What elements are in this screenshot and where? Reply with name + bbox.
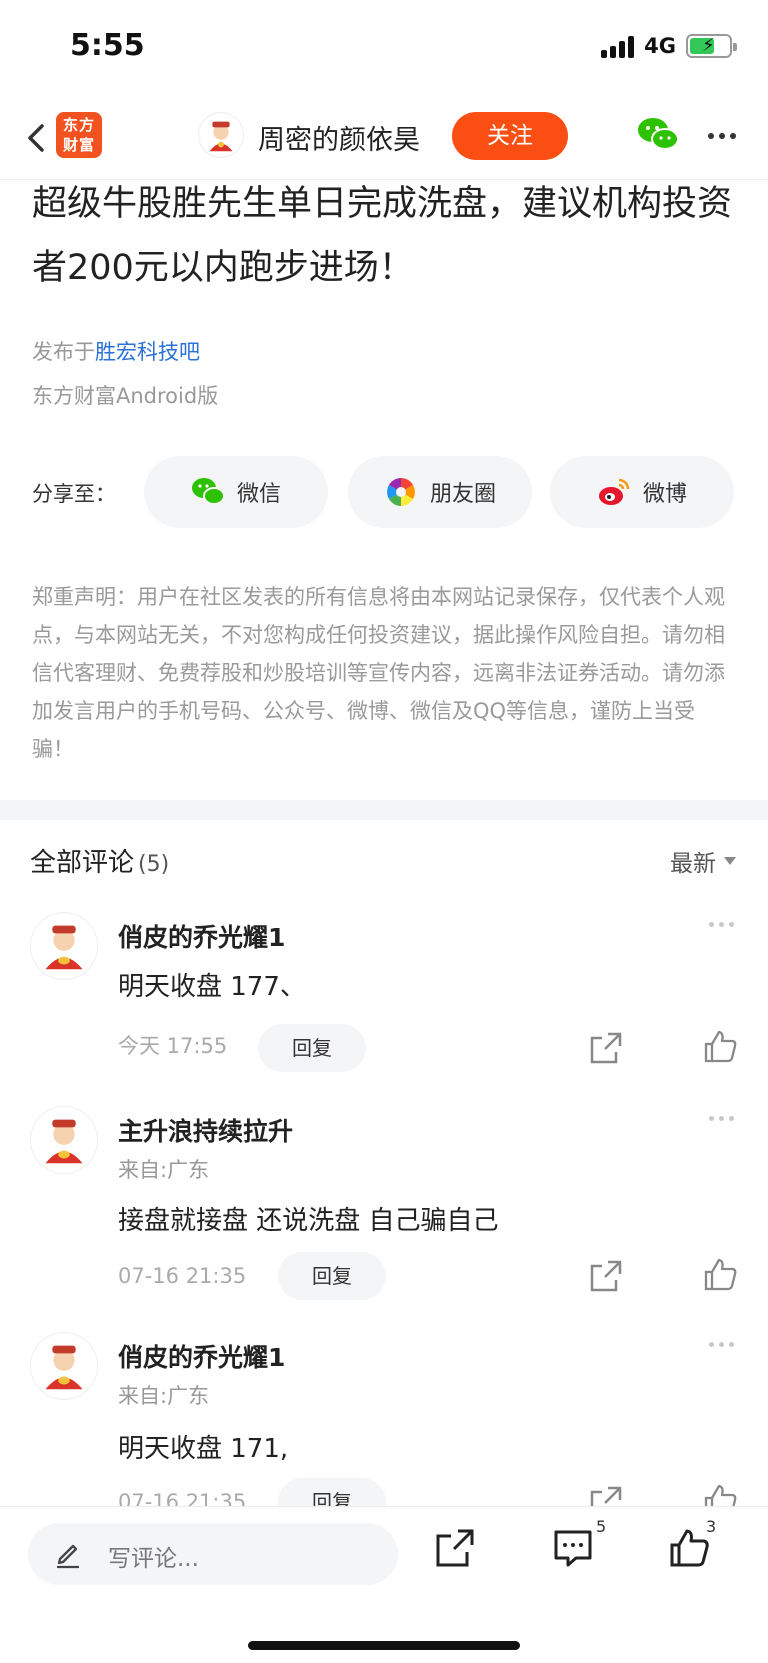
- section-divider: [0, 800, 768, 820]
- comment-input[interactable]: 写评论...: [28, 1523, 398, 1585]
- commenter-name[interactable]: 主升浪持续拉升: [118, 1112, 293, 1148]
- comment-text: 接盘就接盘 还说洗盘 自己骗自己: [118, 1206, 499, 1236]
- published-in: 发布于胜宏科技吧: [32, 336, 200, 366]
- bottom-action-bar: 写评论... 5 3: [0, 1506, 768, 1663]
- like-icon[interactable]: [702, 1256, 738, 1292]
- share-moments-button[interactable]: 朋友圈: [348, 456, 532, 528]
- share-moments-label: 朋友圈: [429, 482, 496, 507]
- commenter-avatar[interactable]: [30, 1106, 98, 1174]
- chevron-down-icon: [724, 857, 736, 865]
- share-weibo-label: 微博: [642, 482, 687, 507]
- client-source: 东方财富Android版: [32, 384, 219, 408]
- commenter-origin: 来自:广东: [118, 1384, 210, 1408]
- comments-title: 全部评论: [30, 848, 135, 878]
- status-indicators: 4G ⚡: [601, 34, 737, 58]
- like-icon[interactable]: [668, 1527, 710, 1569]
- moments-icon: [387, 478, 415, 506]
- app-logo-line2: 财富: [62, 136, 95, 154]
- author-name[interactable]: 周密的颜依昊: [258, 118, 420, 157]
- share-weibo-button[interactable]: 微博: [550, 456, 734, 528]
- share-icon[interactable]: [588, 1030, 624, 1066]
- wechat-share-icon[interactable]: [636, 114, 680, 154]
- reply-button[interactable]: 回复: [258, 1024, 366, 1072]
- commenter-origin: 来自:广东: [118, 1158, 210, 1182]
- comment-more-icon[interactable]: [709, 1116, 734, 1121]
- like-count-badge: 3: [706, 1517, 717, 1536]
- stock-bar-link[interactable]: 胜宏科技吧: [95, 340, 200, 364]
- home-indicator[interactable]: [248, 1641, 520, 1650]
- status-time: 5:55: [70, 28, 145, 63]
- battery-icon: ⚡: [686, 34, 737, 58]
- navigation-bar: 东方 财富 周密的颜依昊 关注: [0, 100, 768, 180]
- comments-header: 全部评论 (5): [30, 842, 169, 879]
- app-logo[interactable]: 东方 财富: [56, 112, 102, 158]
- sort-dropdown[interactable]: 最新: [670, 844, 736, 878]
- app-logo-line1: 东方: [62, 116, 95, 134]
- share-wechat-button[interactable]: 微信: [144, 456, 328, 528]
- cellular-signal-icon: [601, 34, 635, 58]
- follow-button[interactable]: 关注: [452, 112, 568, 160]
- share-label: 分享至：: [32, 482, 116, 506]
- commenter-avatar[interactable]: [30, 912, 98, 980]
- wechat-icon: [191, 478, 225, 505]
- comment-time: 今天 17:55: [118, 1034, 228, 1058]
- comment-text: 明天收盘 171,: [118, 1434, 289, 1464]
- article-title: 超级牛股胜先生单日完成洗盘，建议机构投资者200元以内跑步进场！: [32, 184, 733, 288]
- network-type: 4G: [644, 34, 676, 58]
- share-row: 分享至： 微信 朋友圈 微博: [32, 456, 742, 530]
- share-icon[interactable]: [588, 1258, 624, 1294]
- author-avatar[interactable]: [198, 112, 244, 158]
- comment-time: 07-16 21:35: [118, 1264, 247, 1288]
- comment-count-badge: 5: [596, 1517, 607, 1536]
- comment-icon[interactable]: [552, 1527, 594, 1569]
- commenter-name[interactable]: 俏皮的乔光耀1: [118, 1338, 285, 1374]
- comment-more-icon[interactable]: [709, 922, 734, 927]
- share-icon[interactable]: [434, 1527, 476, 1569]
- commenter-name[interactable]: 俏皮的乔光耀1: [118, 918, 285, 954]
- reply-button[interactable]: 回复: [278, 1252, 386, 1300]
- back-icon[interactable]: [16, 116, 60, 160]
- sort-label: 最新: [670, 851, 716, 877]
- share-wechat-label: 微信: [236, 482, 281, 507]
- status-bar: 5:55 4G ⚡: [0, 0, 768, 100]
- comments-count: (5): [138, 852, 170, 877]
- commenter-avatar[interactable]: [30, 1332, 98, 1400]
- published-prefix: 发布于: [32, 340, 95, 364]
- comment-more-icon[interactable]: [709, 1342, 734, 1347]
- pencil-icon: [57, 1544, 79, 1569]
- comment-text: 明天收盘 177、: [118, 972, 306, 1002]
- like-icon[interactable]: [702, 1028, 738, 1064]
- weibo-icon: [598, 478, 630, 505]
- disclaimer-text: 郑重声明：用户在社区发表的所有信息将由本网站记录保存，仅代表个人观点，与本网站无…: [32, 585, 725, 761]
- comment-input-placeholder: 写评论...: [108, 1546, 199, 1572]
- more-options-icon[interactable]: [708, 118, 748, 154]
